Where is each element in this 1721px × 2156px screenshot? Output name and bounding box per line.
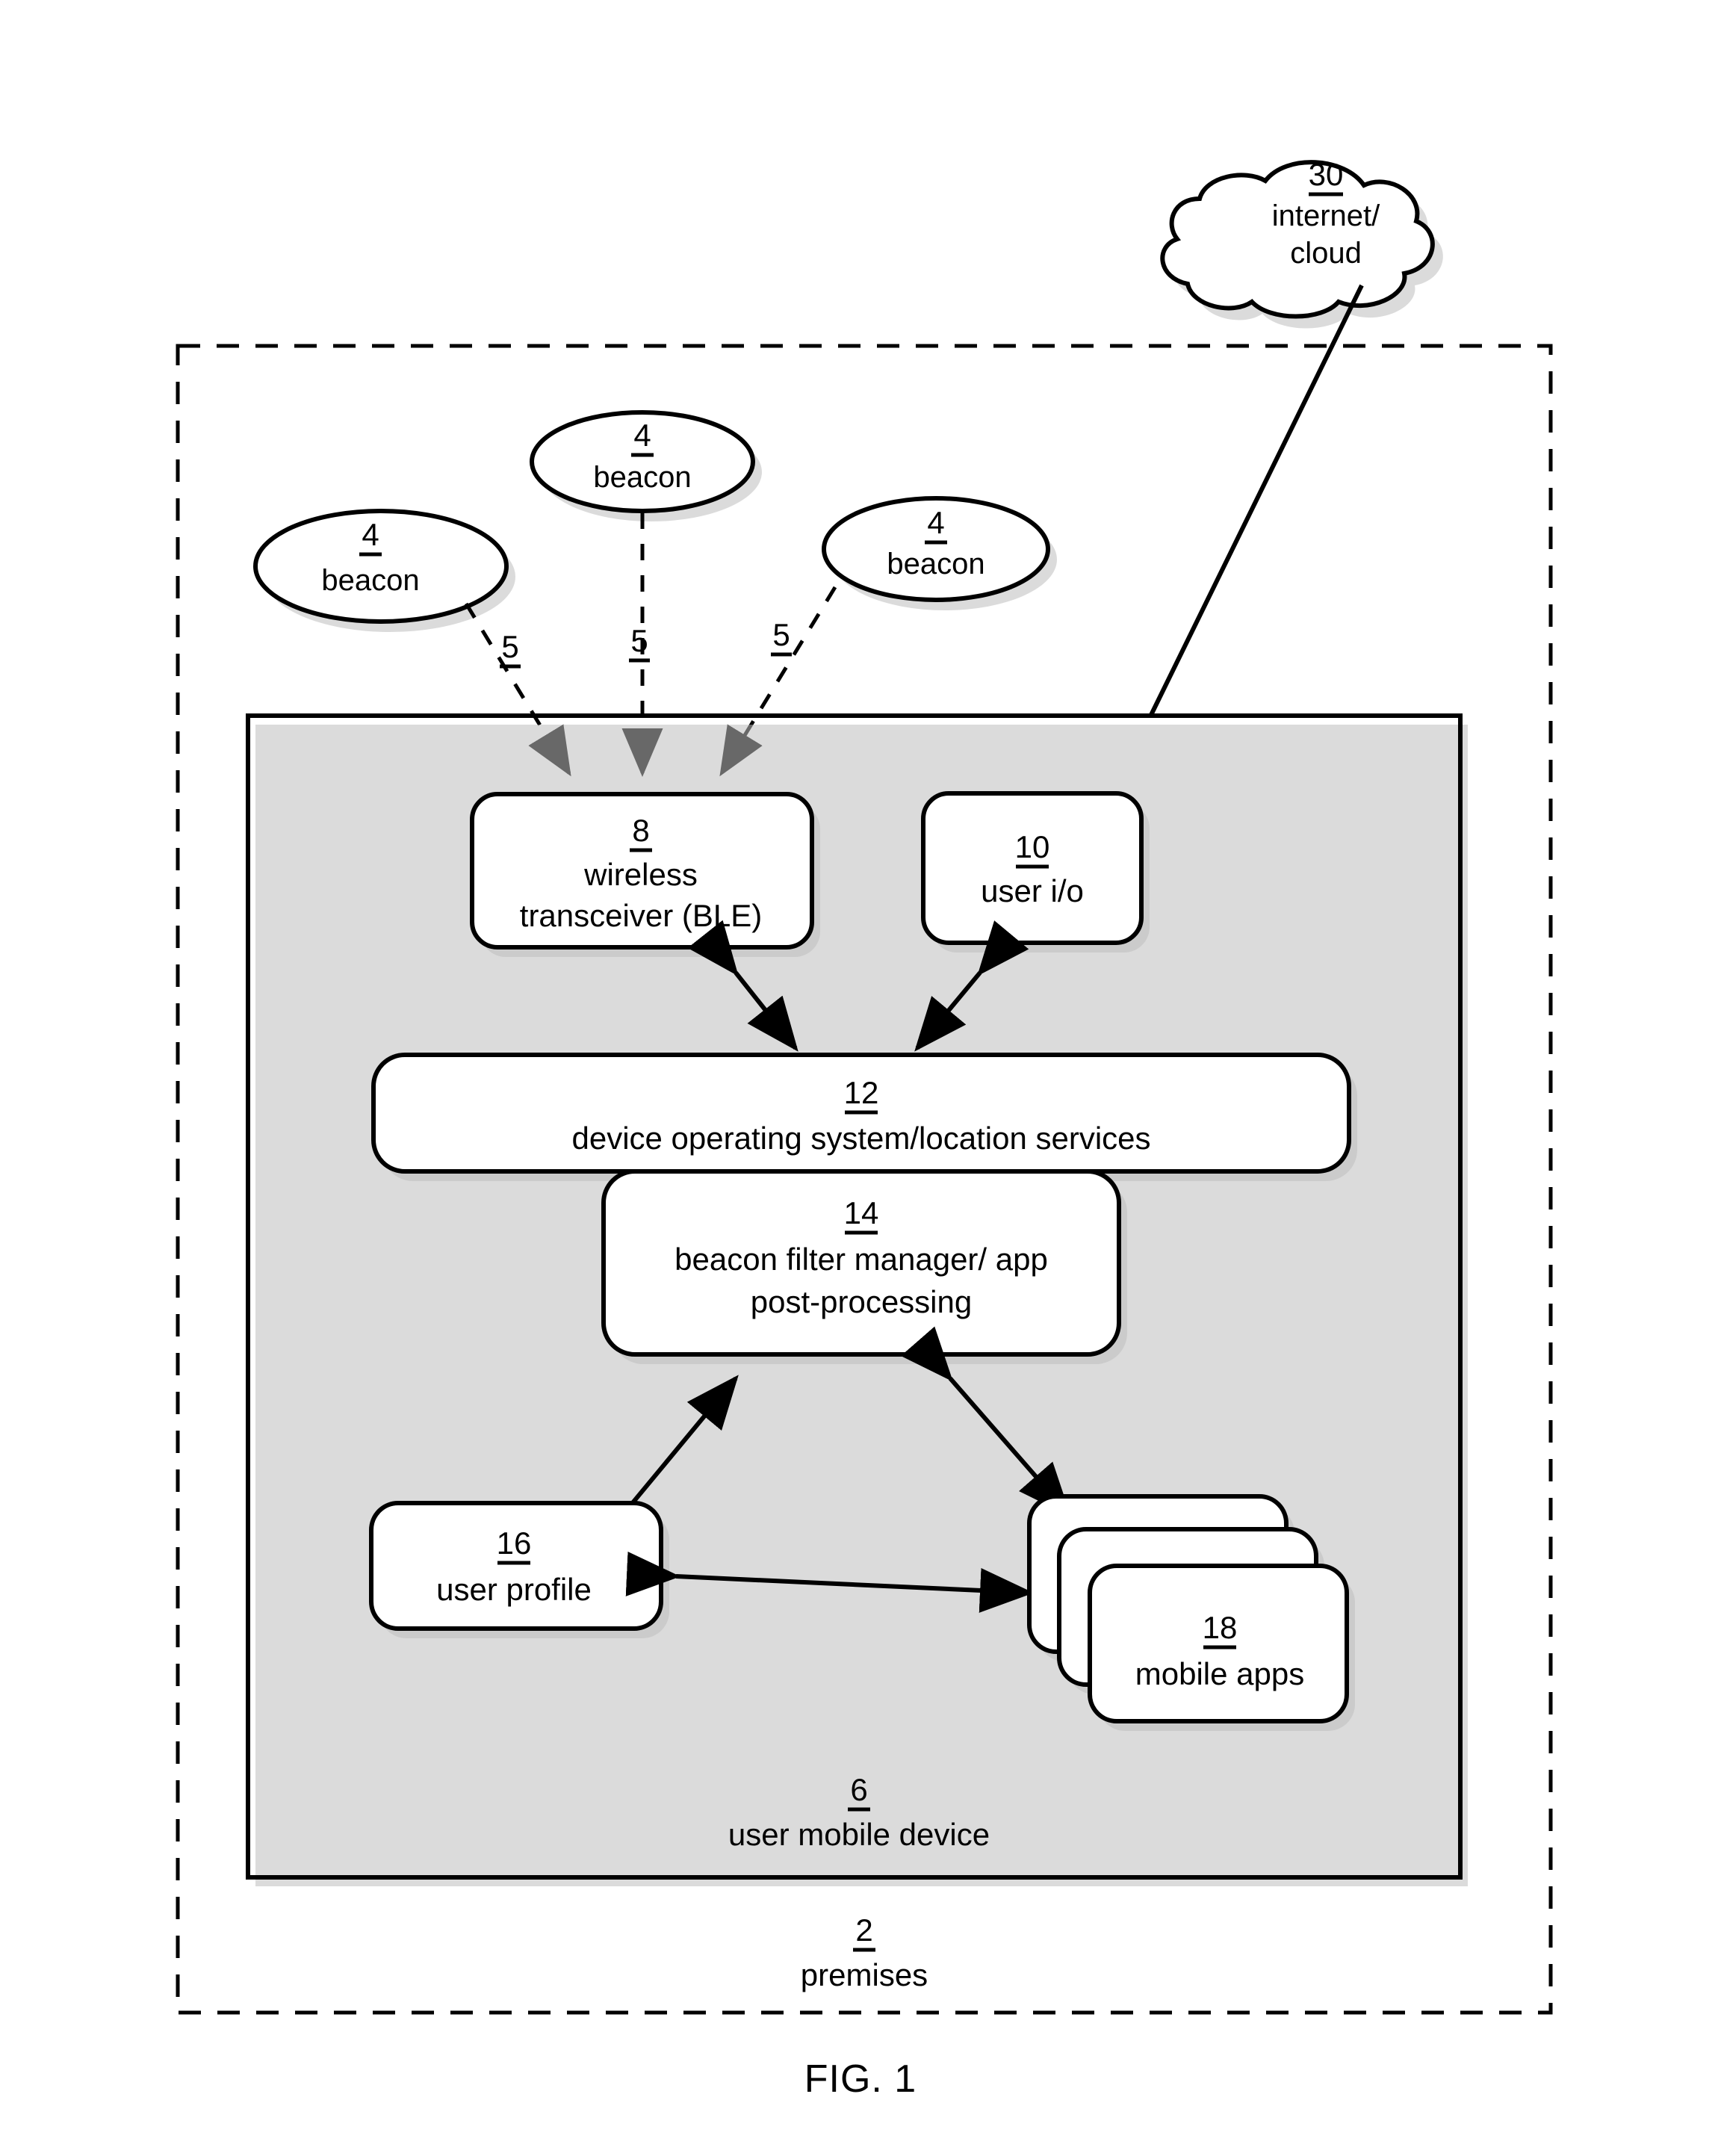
filter-manager-label-line1: beacon filter manager/ app bbox=[675, 1242, 1048, 1277]
cloud-label-line1: internet/ bbox=[1272, 199, 1380, 232]
signal-ref-2: 5 bbox=[630, 623, 648, 658]
cloud-ref-number: 30 bbox=[1309, 157, 1344, 192]
figure-1-diagram: 30 internet/ cloud 4 beacon 4 beacon 4 b… bbox=[176, 157, 1553, 2101]
beacon-2-label: beacon bbox=[593, 461, 691, 494]
figure-caption: FIG. 1 bbox=[804, 2057, 917, 2101]
premises-ref-number: 2 bbox=[855, 1912, 872, 1948]
mobile-apps-label: mobile apps bbox=[1135, 1656, 1304, 1691]
beacon-node-3: 4 beacon bbox=[822, 496, 1057, 610]
signal-ref-3: 5 bbox=[772, 617, 790, 652]
beacon-3-ref-number: 4 bbox=[927, 505, 944, 540]
transceiver-label-line1: wireless bbox=[583, 857, 698, 892]
beacon-2-ref-number: 4 bbox=[633, 418, 651, 453]
user-profile-label: user profile bbox=[436, 1572, 592, 1607]
device-os-ref-number: 12 bbox=[844, 1075, 879, 1110]
device-ref-number: 6 bbox=[850, 1772, 867, 1807]
user-io-ref-number: 10 bbox=[1015, 829, 1050, 864]
signal-ref-1: 5 bbox=[501, 629, 518, 664]
premises-label: premises bbox=[801, 1957, 928, 1992]
patent-figure: 30 internet/ cloud 4 beacon 4 beacon 4 b… bbox=[0, 0, 1721, 2156]
user-profile-block: 16 user profile bbox=[369, 1501, 669, 1638]
beacon-1-ref-number: 4 bbox=[362, 517, 379, 552]
device-os-block: 12 device operating system/location serv… bbox=[371, 1053, 1357, 1181]
mobile-apps-ref-number: 18 bbox=[1203, 1610, 1238, 1645]
user-io-label: user i/o bbox=[981, 873, 1084, 908]
cloud-label-line2: cloud bbox=[1290, 237, 1362, 270]
beacon-3-label: beacon bbox=[887, 548, 984, 580]
wireless-transceiver-block: 8 wireless transceiver (BLE) bbox=[470, 792, 820, 957]
beacon-node-2: 4 beacon bbox=[530, 410, 762, 521]
premises-label-group: 2 premises bbox=[801, 1912, 928, 1992]
beacon-filter-manager-block: 14 beacon filter manager/ app post-proce… bbox=[601, 1169, 1127, 1364]
user-profile-ref-number: 16 bbox=[497, 1525, 532, 1561]
internet-cloud-node: 30 internet/ cloud bbox=[1160, 157, 1443, 329]
filter-manager-label-line2: post-processing bbox=[751, 1284, 972, 1319]
device-os-label: device operating system/location service… bbox=[571, 1121, 1150, 1156]
beacon-node-1: 4 beacon bbox=[253, 509, 515, 632]
user-io-block: 10 user i/o bbox=[921, 791, 1150, 952]
transceiver-label-line2: transceiver (BLE) bbox=[520, 898, 762, 933]
filter-manager-ref-number: 14 bbox=[844, 1195, 879, 1230]
signal-ref-labels: 5 5 5 bbox=[500, 617, 792, 669]
transceiver-ref-number: 8 bbox=[632, 813, 649, 848]
cloud-to-device-connector bbox=[1149, 284, 1364, 716]
device-label: user mobile device bbox=[728, 1817, 990, 1852]
beacon-1-label: beacon bbox=[321, 564, 419, 597]
